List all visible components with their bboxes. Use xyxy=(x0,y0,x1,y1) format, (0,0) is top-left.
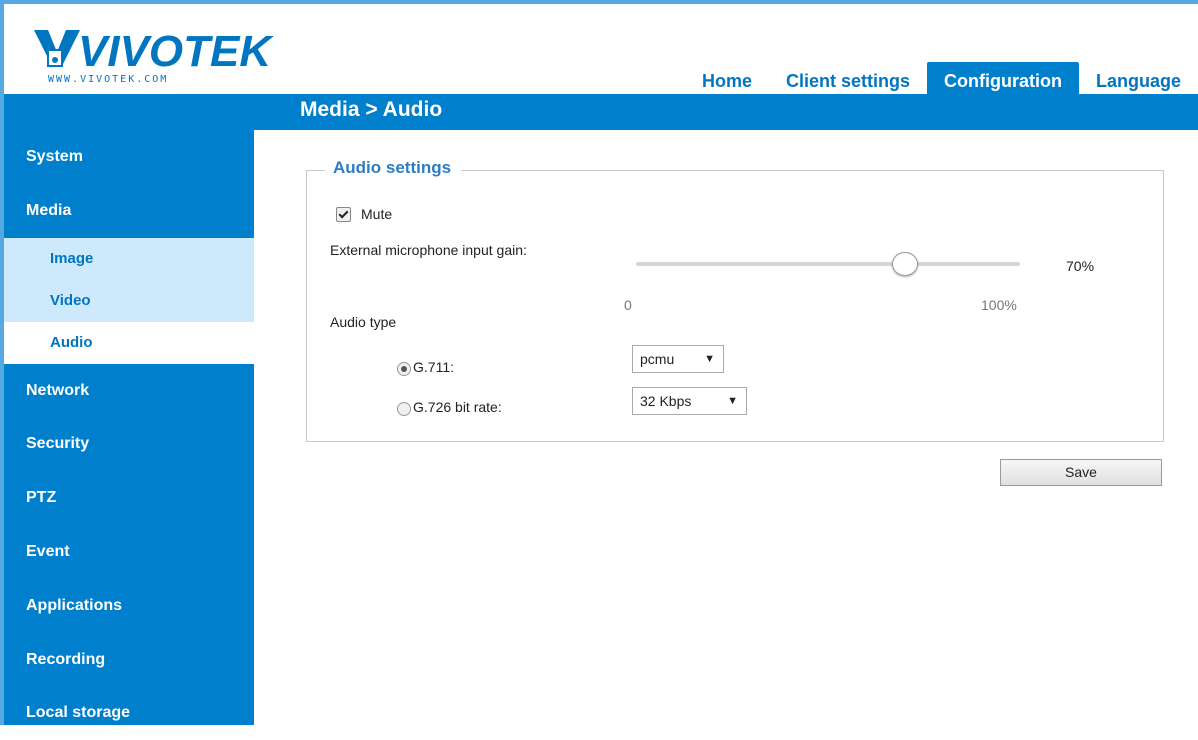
sidebar-item-recording[interactable]: Recording xyxy=(4,633,254,687)
sidebar-item-network[interactable]: Network xyxy=(4,364,254,418)
audio-type-label: Audio type xyxy=(330,314,397,330)
gain-slider-thumb[interactable] xyxy=(892,252,918,276)
g711-select-value: pcmu xyxy=(640,351,675,367)
g726-select-value: 32 Kbps xyxy=(640,393,692,409)
tab-language[interactable]: Language xyxy=(1079,62,1198,98)
g711-radio[interactable] xyxy=(397,362,411,376)
gain-value: 70% xyxy=(1066,258,1095,274)
sidebar-item-system[interactable]: System xyxy=(4,130,254,184)
sidebar-item-security[interactable]: Security xyxy=(4,417,254,471)
g711-select[interactable]: pcmu ▼ xyxy=(632,345,724,373)
g711-label: G.711: xyxy=(413,359,454,375)
tab-client-settings[interactable]: Client settings xyxy=(769,62,927,98)
header: VIVOTEK WWW.VIVOTEK.COM Home Client sett… xyxy=(4,4,1198,98)
gain-min-label: 0 xyxy=(624,297,632,313)
gain-slider-track[interactable] xyxy=(636,262,1020,266)
sidebar-item-media[interactable]: Media xyxy=(4,184,254,238)
tab-configuration[interactable]: Configuration xyxy=(927,62,1079,98)
chevron-down-icon: ▼ xyxy=(727,395,738,407)
logo-mark-icon xyxy=(34,30,80,67)
mute-label: Mute xyxy=(361,206,393,222)
sidebar: System Media Image Video Audio Network S… xyxy=(4,130,254,725)
vivotek-logo: VIVOTEK WWW.VIVOTEK.COM xyxy=(30,18,271,85)
gain-max-label: 100% xyxy=(981,297,1017,313)
mute-row: Mute xyxy=(336,204,392,224)
sidebar-item-local-storage[interactable]: Local storage xyxy=(4,686,254,740)
g726-label: G.726 bit rate: xyxy=(413,399,502,415)
tab-home[interactable]: Home xyxy=(685,62,769,98)
sidebar-subitem-audio[interactable]: Audio xyxy=(4,321,254,364)
chevron-down-icon: ▼ xyxy=(704,353,715,365)
top-nav: Home Client settings Configuration Langu… xyxy=(685,60,1198,98)
breadcrumb: Media > Audio xyxy=(300,98,443,121)
gain-label: External microphone input gain: xyxy=(330,242,527,258)
logo-text: VIVOTEK xyxy=(78,27,272,76)
logo-url: WWW.VIVOTEK.COM xyxy=(48,74,169,85)
mute-checkbox[interactable] xyxy=(336,206,351,222)
sidebar-item-event[interactable]: Event xyxy=(4,525,254,579)
g726-select[interactable]: 32 Kbps ▼ xyxy=(632,387,747,415)
sidebar-item-applications[interactable]: Applications xyxy=(4,579,254,633)
sidebar-subitem-video[interactable]: Video xyxy=(4,279,254,322)
sidebar-subitem-image[interactable]: Image xyxy=(4,237,254,280)
title-bar: Media > Audio xyxy=(4,94,1198,130)
save-button[interactable]: Save xyxy=(1000,459,1162,486)
g726-radio[interactable] xyxy=(397,402,411,416)
sidebar-item-ptz[interactable]: PTZ xyxy=(4,471,254,525)
audio-settings-legend: Audio settings xyxy=(325,158,462,178)
